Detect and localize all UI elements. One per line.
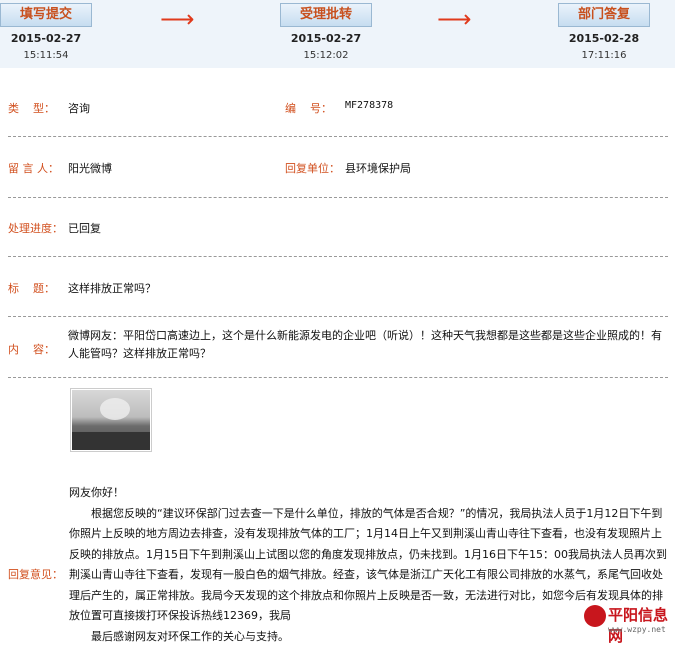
title-value: 这样排放正常吗？ <box>68 280 156 296</box>
arrow-right-icon: ⟶ <box>160 10 194 28</box>
type-value: 咨询 <box>68 100 90 116</box>
reply-closing: 最后感谢网友对环保工作的关心与支持。 <box>69 627 667 647</box>
watermark: 平阳信息网 www.wzpy.net <box>584 603 670 639</box>
step-submit-date: 2015-02-27 <box>0 32 92 45</box>
dept-label: 回复单位： <box>285 160 340 176</box>
type-label: 类 型： <box>8 100 55 116</box>
site-logo-icon <box>584 605 606 627</box>
progress-flow: 填写提交 2015-02-27 15:11:54 ⟶ 受理批转 2015-02-… <box>0 0 675 68</box>
watermark-url: www.wzpy.net <box>608 625 666 634</box>
dept-value: 县环境保护局 <box>345 160 411 176</box>
number-value: MF278378 <box>345 100 393 111</box>
status-value: 已回复 <box>68 220 101 236</box>
row-status: 处理进度： 已回复 <box>8 198 668 257</box>
step-submit-label: 填写提交 <box>0 3 92 27</box>
author-label: 留 言 人： <box>8 160 59 176</box>
arrow-right-icon: ⟶ <box>437 10 471 28</box>
content-value: 微博网友：平阳岱口高速边上，这个是什么新能源发电的企业吧（听说）！这种天气我想都… <box>68 327 668 363</box>
step-accept-time: 15:12:02 <box>280 50 372 61</box>
title-label: 标 题： <box>8 280 55 296</box>
content-label: 内 容： <box>8 341 55 357</box>
reply-body: 网友你好！ 根据您反映的“建议环保部门过去查一下是什么单位，排放的气体是否合规？… <box>69 483 667 647</box>
reply-paragraph: 根据您反映的“建议环保部门过去查一下是什么单位，排放的气体是否合规？”的情况，我… <box>69 504 667 627</box>
step-reply-time: 17:11:16 <box>558 50 650 61</box>
smoke-shape <box>100 398 130 420</box>
step-reply-date: 2015-02-28 <box>558 32 650 45</box>
step-accept-label: 受理批转 <box>280 3 372 27</box>
row-author-dept: 留 言 人： 阳光微博 回复单位： 县环境保护局 <box>8 137 668 198</box>
row-content: 内 容： 微博网友：平阳岱口高速边上，这个是什么新能源发电的企业吧（听说）！这种… <box>8 317 668 378</box>
road-shape <box>72 432 150 450</box>
number-label: 编 号： <box>285 100 332 116</box>
status-label: 处理进度： <box>8 220 63 236</box>
step-accept-date: 2015-02-27 <box>280 32 372 45</box>
step-reply: 部门答复 2015-02-28 17:11:16 <box>558 3 650 61</box>
reply-label: 回复意见： <box>8 566 63 582</box>
photo-thumbnail <box>72 390 150 450</box>
step-submit: 填写提交 2015-02-27 15:11:54 <box>0 3 92 61</box>
reply-greeting: 网友你好！ <box>69 483 667 504</box>
author-value: 阳光微博 <box>68 160 112 176</box>
step-reply-label: 部门答复 <box>558 3 650 27</box>
row-title: 标 题： 这样排放正常吗？ <box>8 257 668 317</box>
step-accept: 受理批转 2015-02-27 15:12:02 <box>280 3 372 61</box>
attached-photo[interactable] <box>70 388 152 452</box>
row-type-number: 类 型： 咨询 编 号： MF278378 <box>8 68 668 137</box>
step-submit-time: 15:11:54 <box>0 50 92 61</box>
